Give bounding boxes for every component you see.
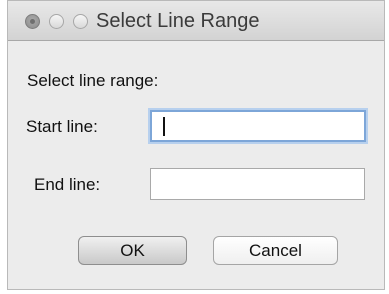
zoom-window-icon[interactable] [73,14,88,29]
window-title: Select Line Range [96,10,260,32]
start-line-input[interactable] [150,110,366,142]
end-line-label: End line: [34,175,101,194]
close-window-icon[interactable] [25,14,40,29]
ok-button[interactable]: OK [78,236,187,265]
dialog-heading: Select line range: [27,71,159,90]
end-line-input[interactable] [150,168,365,200]
cancel-button[interactable]: Cancel [213,236,338,265]
start-line-label: Start line: [26,117,98,136]
text-cursor [163,117,165,136]
minimize-window-icon[interactable] [49,14,64,29]
title-bar[interactable]: Select Line Range [8,1,384,41]
